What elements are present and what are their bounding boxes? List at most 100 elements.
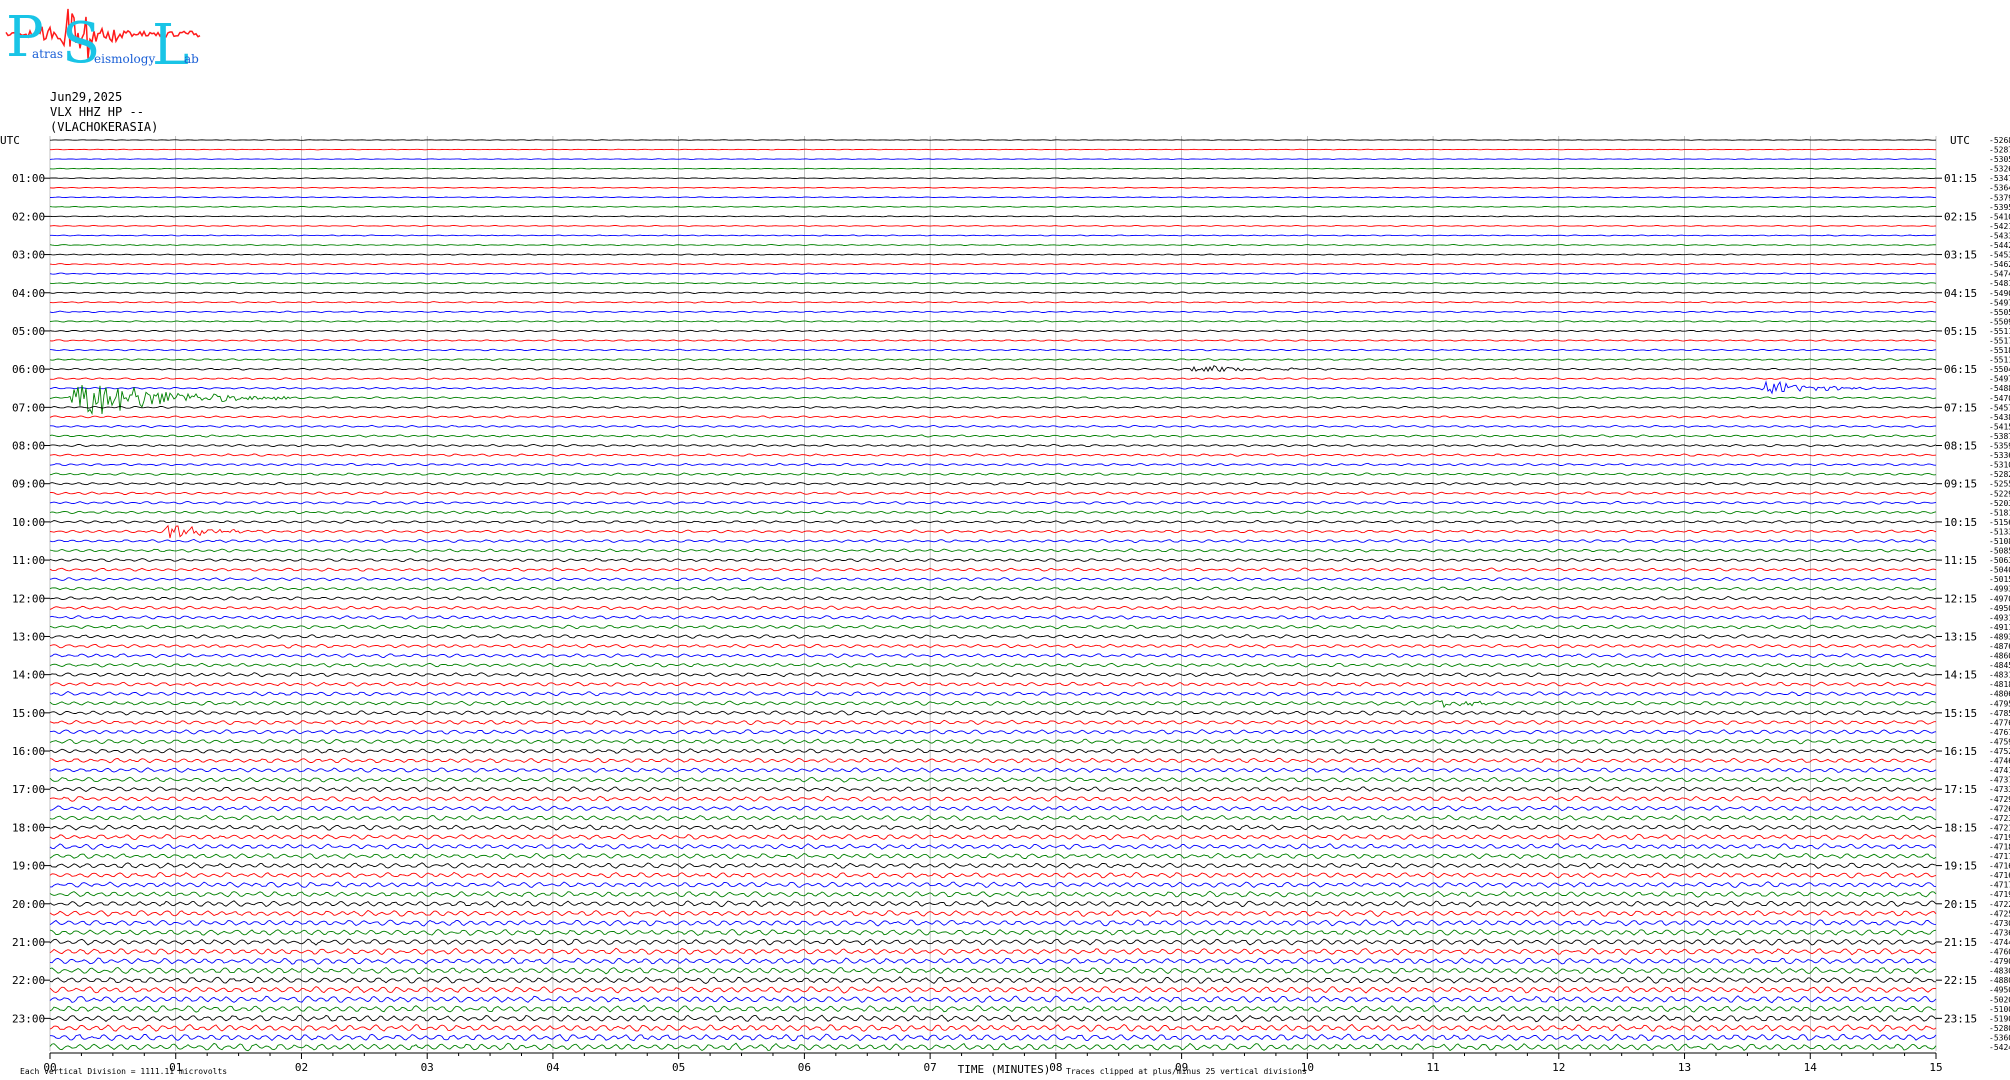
seismogram-trace-row xyxy=(49,358,1937,361)
seismogram-trace-row xyxy=(49,900,1937,908)
right-offset-value: -4795 xyxy=(1989,699,2010,708)
left-utc-label: UTC xyxy=(0,134,20,147)
seismogram-trace-row xyxy=(49,957,1937,965)
right-offset-values: -5268-5287-5305-5326-5347-5364-5379-5395… xyxy=(1989,136,2010,1052)
seismogram-trace-row xyxy=(49,519,1937,524)
right-offset-value: -5282 xyxy=(1989,470,2010,479)
left-time-label: 21:00 xyxy=(12,936,45,949)
right-offset-value: -4760 xyxy=(1989,948,2010,957)
seismogram-trace-row xyxy=(49,1023,1937,1032)
left-time-label: 07:00 xyxy=(12,401,45,414)
seismogram-trace-row xyxy=(49,348,1937,352)
seismogram-trace-row xyxy=(49,719,1936,725)
right-offset-value: -4726 xyxy=(1989,804,2010,813)
seismogram-trace-row xyxy=(49,377,1937,381)
right-offset-value: -5415 xyxy=(1989,422,2010,431)
seismogram-trace-row xyxy=(49,320,1936,323)
seismogram-trace-row xyxy=(49,282,1937,285)
right-offset-value: -5509 xyxy=(1989,317,2010,326)
right-offset-value: -5156 xyxy=(1989,518,2010,527)
seismogram-trace-row xyxy=(49,301,1937,304)
left-time-label: 14:00 xyxy=(12,669,45,682)
right-offset-value: -4721 xyxy=(1989,823,2010,832)
right-offset-value: -4741 xyxy=(1989,766,2010,775)
right-offset-value: -5364 xyxy=(1989,184,2010,193)
seismogram-trace-row xyxy=(49,339,1937,342)
x-tick-label: 05 xyxy=(672,1061,685,1074)
right-offset-value: -4880 xyxy=(1989,976,2010,985)
seismogram-trace-row xyxy=(49,539,1937,543)
right-offset-value: -5203 xyxy=(1989,499,2010,508)
footnote-vertical-division: Each Vertical Division = 1111.11 microvo… xyxy=(20,1067,227,1076)
right-offset-value: -5387 xyxy=(1989,432,2010,441)
seismogram-trace-row xyxy=(49,966,1937,975)
right-offset-value: -4736 xyxy=(1989,928,2010,937)
right-time-labels: 01:15 02:15 03:15 04:15 05:15 06:15 07:15 08:15… xyxy=(1936,172,1977,1025)
logo-letter-l: L xyxy=(152,13,189,78)
seismogram-trace-row xyxy=(49,814,1937,821)
seismogram-trace-row xyxy=(49,634,1937,639)
right-offset-value: -4719 xyxy=(1989,833,2010,842)
right-time-label: 21:15 xyxy=(1944,936,1977,949)
seismogram-trace-row xyxy=(49,462,1936,467)
right-offset-value: -5517 xyxy=(1989,336,2010,345)
seismogram-trace-row xyxy=(49,586,1937,591)
footnote-clipping: Traces clipped at plus/minus 25 vertical… xyxy=(1066,1067,1307,1076)
seismogram-trace-row xyxy=(49,310,1937,314)
right-offset-value: -5326 xyxy=(1989,165,2010,174)
seismogram-trace-row xyxy=(49,767,1937,774)
right-time-label: 10:15 xyxy=(1944,516,1977,529)
right-time-label: 09:15 xyxy=(1944,478,1977,491)
right-offset-value: -5490 xyxy=(1989,289,2010,298)
right-time-label: 22:15 xyxy=(1944,974,1977,987)
x-tick-label: 06 xyxy=(798,1061,811,1074)
seismogram-trace-row xyxy=(49,548,1937,553)
seismogram-trace-row xyxy=(49,805,1937,812)
header-date: Jun29,2025 xyxy=(50,90,122,104)
left-time-label: 19:00 xyxy=(12,860,45,873)
seismogram-trace-row xyxy=(49,947,1937,956)
right-offset-value: -5379 xyxy=(1989,193,2010,202)
seismogram-trace-row xyxy=(49,596,1937,601)
right-offset-value: -4722 xyxy=(1989,900,2010,909)
right-offset-value: -4729 xyxy=(1989,795,2010,804)
right-offset-value: -5453 xyxy=(1989,251,2010,260)
seismogram-trace-row xyxy=(50,234,1937,237)
header-station: (VLACHOKERASIA) xyxy=(50,120,158,134)
right-time-label: 15:15 xyxy=(1944,707,1977,720)
right-offset-value: -5511 xyxy=(1989,327,2010,336)
seismogram-trace-row xyxy=(49,653,1937,659)
right-offset-value: -4717 xyxy=(1989,881,2010,890)
seismogram-trace-row xyxy=(49,500,1937,505)
left-time-label: 15:00 xyxy=(12,707,45,720)
x-tick-label: 04 xyxy=(546,1061,560,1074)
right-offset-value: -5181 xyxy=(1989,508,2010,517)
right-offset-value: -5438 xyxy=(1989,413,2010,422)
right-offset-value: -4723 xyxy=(1989,814,2010,823)
left-time-labels: 01:00 02:00 03:00 04:00 05:00 06:00 07:00 08:00… xyxy=(12,172,50,1025)
left-time-label: 17:00 xyxy=(12,783,45,796)
right-time-label: 20:15 xyxy=(1944,898,1977,911)
seismogram-trace-row xyxy=(49,481,1937,486)
seismogram-trace-row xyxy=(49,244,1937,247)
right-offset-value: -4993 xyxy=(1989,585,2010,594)
left-time-label: 09:00 xyxy=(12,478,45,491)
right-time-label: 07:15 xyxy=(1944,401,1977,414)
x-tick-label: 12 xyxy=(1552,1061,1565,1074)
left-time-label: 12:00 xyxy=(12,592,45,605)
right-time-label: 23:15 xyxy=(1944,1012,1977,1025)
seismogram-trace-row xyxy=(49,690,1937,697)
right-offset-value: -5108 xyxy=(1989,537,2010,546)
right-offset-value: -5462 xyxy=(1989,260,2010,269)
left-time-label: 10:00 xyxy=(12,516,45,529)
right-offset-value: -4716 xyxy=(1989,862,2010,871)
seismogram-trace-row xyxy=(49,385,1937,416)
right-offset-value: -4752 xyxy=(1989,747,2010,756)
seismogram-trace-row xyxy=(49,729,1937,735)
right-time-label: 03:15 xyxy=(1944,249,1977,262)
right-offset-value: -5020 xyxy=(1989,995,2010,1004)
seismogram-trace-row xyxy=(49,472,1937,476)
seismogram-trace-row xyxy=(49,862,1937,869)
left-time-label: 16:00 xyxy=(12,745,45,758)
right-offset-value: -5457 xyxy=(1989,403,2010,412)
